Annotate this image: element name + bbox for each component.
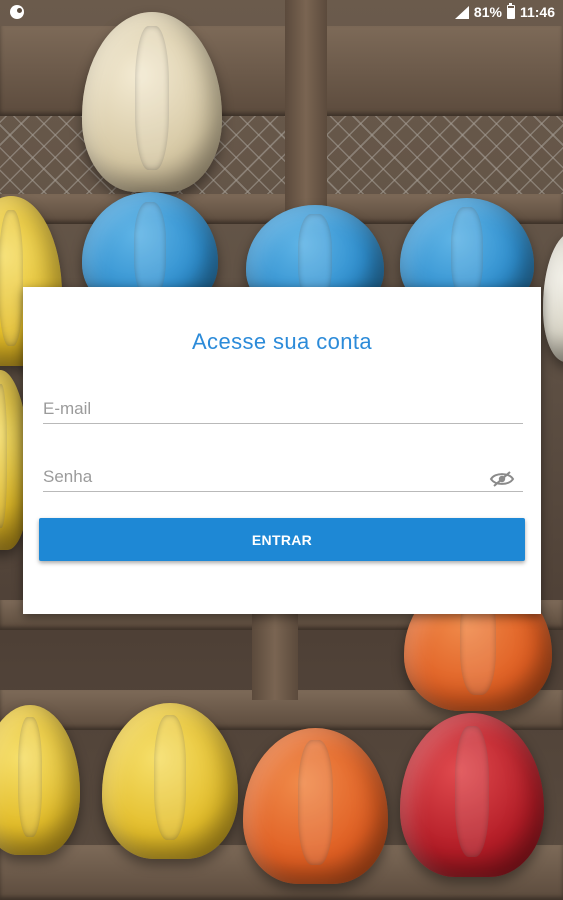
status-right: 81% 11:46 <box>454 3 555 20</box>
password-field <box>43 452 523 492</box>
login-title: Acesse sua conta <box>191 329 373 354</box>
eye-hidden-icon[interactable] <box>489 469 515 489</box>
battery-icon <box>506 3 515 19</box>
password-input[interactable] <box>43 467 523 487</box>
login-card: Acesse sua conta ENTRAR <box>23 287 541 614</box>
email-field <box>43 384 523 424</box>
email-input[interactable] <box>43 399 523 419</box>
app-notification-icon <box>10 5 24 19</box>
signal-icon <box>454 5 469 19</box>
status-left <box>10 5 24 19</box>
submit-button[interactable]: ENTRAR <box>39 518 525 561</box>
clock: 11:46 <box>519 4 555 20</box>
status-bar: 81% 11:46 <box>0 0 563 24</box>
battery-percent: 81% <box>473 4 502 20</box>
